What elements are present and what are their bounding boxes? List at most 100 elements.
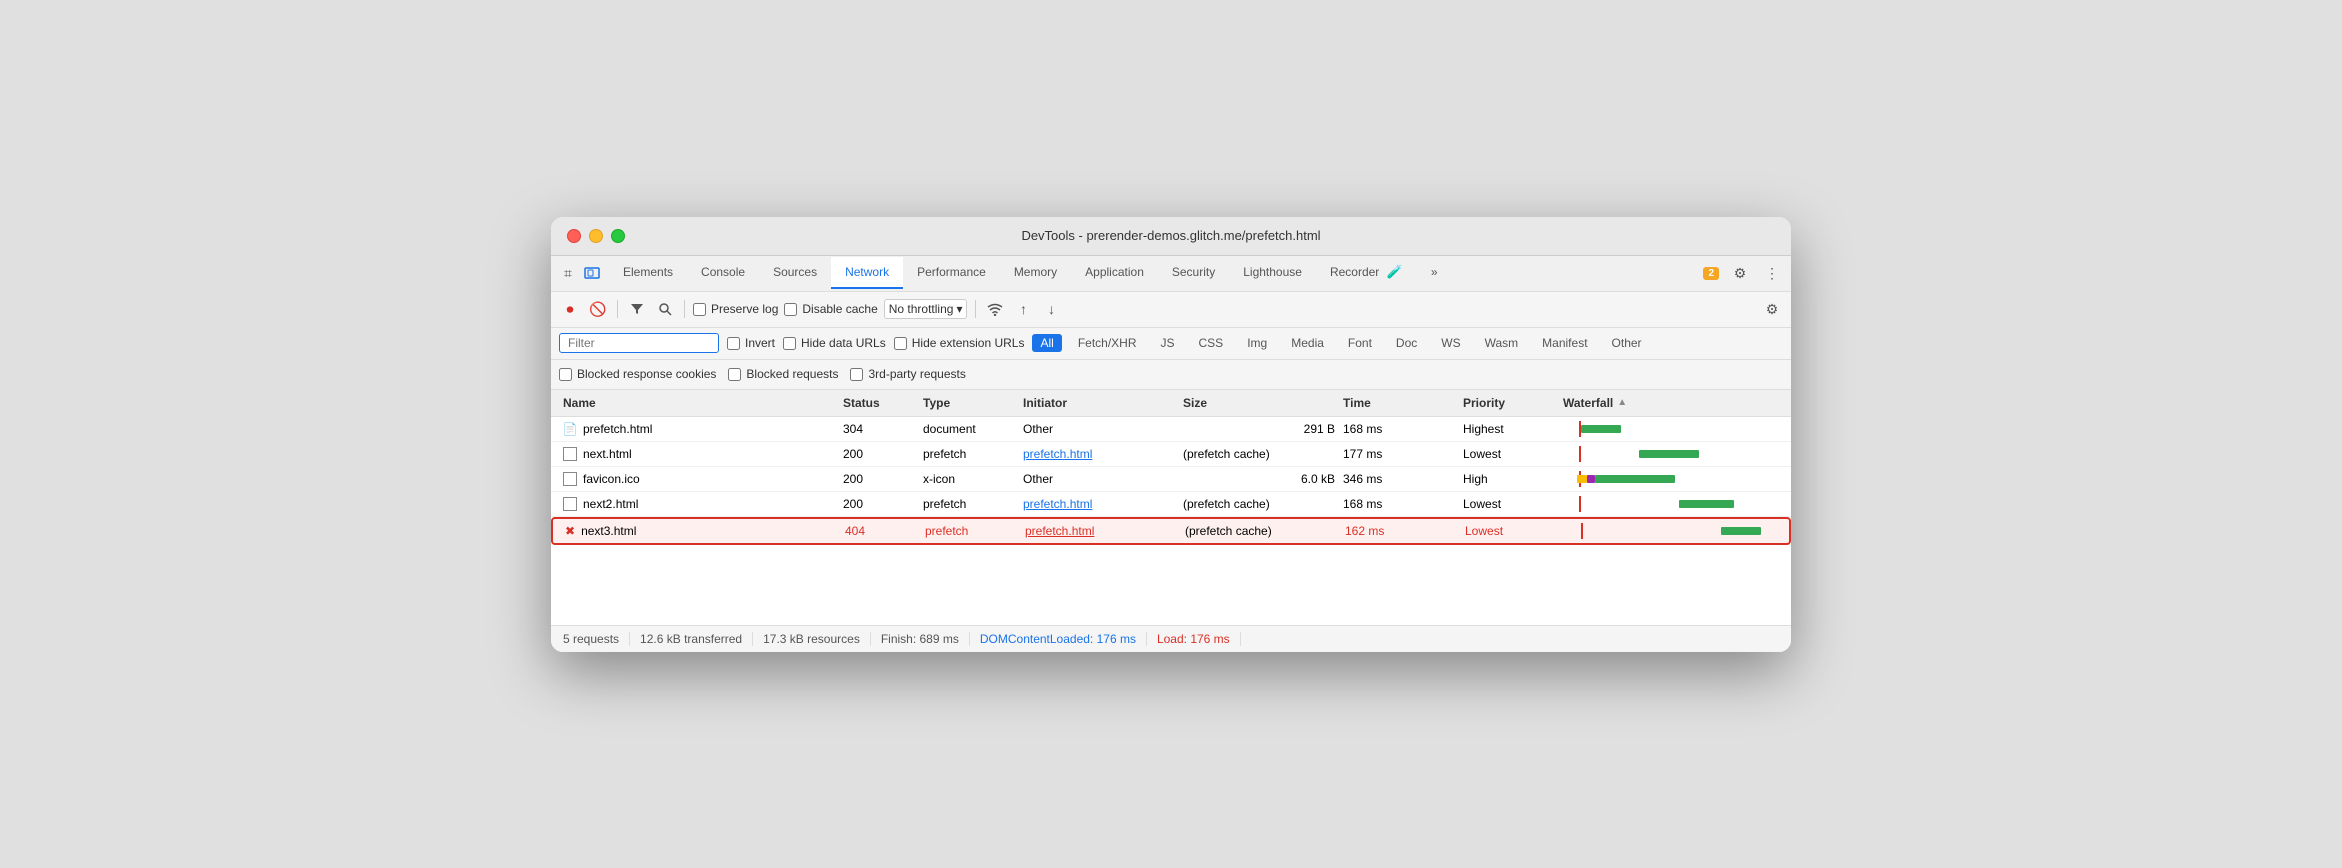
- requests-count: 5 requests: [563, 632, 630, 646]
- transferred-size: 12.6 kB transferred: [630, 632, 753, 646]
- filter-input[interactable]: [559, 333, 719, 353]
- network-settings-icon[interactable]: ⚙: [1761, 298, 1783, 320]
- blocked-requests-checkbox[interactable]: [728, 368, 741, 381]
- header-type[interactable]: Type: [919, 394, 1019, 412]
- cell-time: 346 ms: [1339, 470, 1459, 488]
- disable-cache-checkbox[interactable]: [784, 303, 797, 316]
- search-icon[interactable]: [654, 298, 676, 320]
- preserve-log-label[interactable]: Preserve log: [693, 302, 778, 316]
- header-initiator[interactable]: Initiator: [1019, 394, 1179, 412]
- filter-icon[interactable]: [626, 298, 648, 320]
- finish-time: Finish: 689 ms: [871, 632, 970, 646]
- blocked-bar: Blocked response cookies Blocked request…: [551, 360, 1791, 390]
- table-row[interactable]: 📄 prefetch.html 304 document Other 291 B…: [551, 417, 1791, 442]
- hide-extension-urls-checkbox[interactable]: [894, 337, 907, 350]
- third-party-checkbox[interactable]: [850, 368, 863, 381]
- table-body: 📄 prefetch.html 304 document Other 291 B…: [551, 417, 1791, 625]
- blocked-requests-label[interactable]: Blocked requests: [728, 367, 838, 381]
- table-row[interactable]: next.html 200 prefetch prefetch.html (pr…: [551, 442, 1791, 467]
- error-icon: ✖: [565, 524, 575, 538]
- minimize-button[interactable]: [589, 229, 603, 243]
- tab-bar-right: 2 ⚙ ⋮: [1703, 262, 1783, 284]
- more-options-icon[interactable]: ⋮: [1761, 262, 1783, 284]
- waterfall-bar-orange: [1577, 475, 1587, 483]
- cell-priority: Lowest: [1461, 522, 1561, 540]
- filter-type-js[interactable]: JS: [1153, 334, 1183, 352]
- table-row-error[interactable]: ✖ next3.html 404 prefetch prefetch.html …: [551, 517, 1791, 545]
- settings-icon[interactable]: ⚙: [1729, 262, 1751, 284]
- issues-badge[interactable]: 2: [1703, 267, 1719, 280]
- filter-type-wasm[interactable]: Wasm: [1477, 334, 1527, 352]
- filter-type-fetch[interactable]: Fetch/XHR: [1070, 334, 1145, 352]
- toolbar-right: ⚙: [1761, 298, 1783, 320]
- hide-data-urls-label[interactable]: Hide data URLs: [783, 336, 886, 350]
- tab-recorder[interactable]: Recorder 🧪: [1316, 256, 1417, 290]
- maximize-button[interactable]: [611, 229, 625, 243]
- header-priority[interactable]: Priority: [1459, 394, 1559, 412]
- tab-elements[interactable]: Elements: [609, 257, 687, 289]
- tab-network[interactable]: Network: [831, 257, 903, 289]
- header-size[interactable]: Size: [1179, 394, 1339, 412]
- filter-bar: Invert Hide data URLs Hide extension URL…: [551, 328, 1791, 360]
- third-party-label[interactable]: 3rd-party requests: [850, 367, 965, 381]
- disable-cache-label[interactable]: Disable cache: [784, 302, 877, 316]
- clear-button[interactable]: 🚫: [587, 298, 609, 320]
- separator-3: [975, 300, 976, 318]
- waterfall-sort-icon: ▲: [1617, 397, 1627, 408]
- tab-application[interactable]: Application: [1071, 257, 1158, 289]
- filter-type-media[interactable]: Media: [1283, 334, 1332, 352]
- filter-type-doc[interactable]: Doc: [1388, 334, 1425, 352]
- filter-type-all[interactable]: All: [1032, 334, 1061, 352]
- filter-type-css[interactable]: CSS: [1191, 334, 1232, 352]
- filter-type-ws[interactable]: WS: [1433, 334, 1468, 352]
- header-waterfall[interactable]: Waterfall ▲: [1559, 394, 1783, 412]
- table-row[interactable]: favicon.ico 200 x-icon Other 6.0 kB 346 …: [551, 467, 1791, 492]
- waterfall-bar: [1721, 527, 1761, 535]
- download-icon[interactable]: ↓: [1040, 298, 1062, 320]
- cell-priority: Lowest: [1459, 445, 1559, 463]
- inspect-icon[interactable]: ⌗: [559, 264, 577, 282]
- cell-time: 168 ms: [1339, 495, 1459, 513]
- throttle-select[interactable]: No throttling ▾: [884, 299, 968, 319]
- header-name[interactable]: Name: [559, 394, 839, 412]
- record-button[interactable]: ⏺: [559, 298, 581, 320]
- waterfall-line: [1581, 523, 1583, 539]
- tab-more[interactable]: »: [1417, 257, 1452, 289]
- tab-console[interactable]: Console: [687, 257, 759, 289]
- filter-type-img[interactable]: Img: [1239, 334, 1275, 352]
- tab-memory[interactable]: Memory: [1000, 257, 1071, 289]
- cell-priority: High: [1459, 470, 1559, 488]
- close-button[interactable]: [567, 229, 581, 243]
- table-row[interactable]: next2.html 200 prefetch prefetch.html (p…: [551, 492, 1791, 517]
- device-icon[interactable]: [583, 264, 601, 282]
- cell-type: x-icon: [919, 470, 1019, 488]
- wifi-icon[interactable]: [984, 298, 1006, 320]
- invert-label[interactable]: Invert: [727, 336, 775, 350]
- load-time: Load: 176 ms: [1147, 632, 1241, 646]
- hide-extension-urls-label[interactable]: Hide extension URLs: [894, 336, 1025, 350]
- tab-security[interactable]: Security: [1158, 257, 1229, 289]
- header-time[interactable]: Time: [1339, 394, 1459, 412]
- filter-type-font[interactable]: Font: [1340, 334, 1380, 352]
- cell-waterfall: [1561, 523, 1781, 539]
- header-status[interactable]: Status: [839, 394, 919, 412]
- cell-size: (prefetch cache): [1179, 495, 1339, 513]
- upload-icon[interactable]: ↑: [1012, 298, 1034, 320]
- cell-time: 168 ms: [1339, 420, 1459, 438]
- hide-data-urls-checkbox[interactable]: [783, 337, 796, 350]
- tab-bar-icons: ⌗: [559, 264, 601, 282]
- tab-sources[interactable]: Sources: [759, 257, 831, 289]
- filter-type-manifest[interactable]: Manifest: [1534, 334, 1595, 352]
- tab-lighthouse[interactable]: Lighthouse: [1229, 257, 1316, 289]
- cell-status: 200: [839, 445, 919, 463]
- filter-type-other[interactable]: Other: [1604, 334, 1650, 352]
- cell-priority: Highest: [1459, 420, 1559, 438]
- blocked-cookies-checkbox[interactable]: [559, 368, 572, 381]
- cell-initiator: prefetch.html: [1019, 445, 1179, 463]
- preserve-log-checkbox[interactable]: [693, 303, 706, 316]
- tab-performance[interactable]: Performance: [903, 257, 1000, 289]
- resources-size: 17.3 kB resources: [753, 632, 871, 646]
- waterfall-line: [1579, 446, 1581, 462]
- blocked-cookies-label[interactable]: Blocked response cookies: [559, 367, 716, 381]
- invert-checkbox[interactable]: [727, 337, 740, 350]
